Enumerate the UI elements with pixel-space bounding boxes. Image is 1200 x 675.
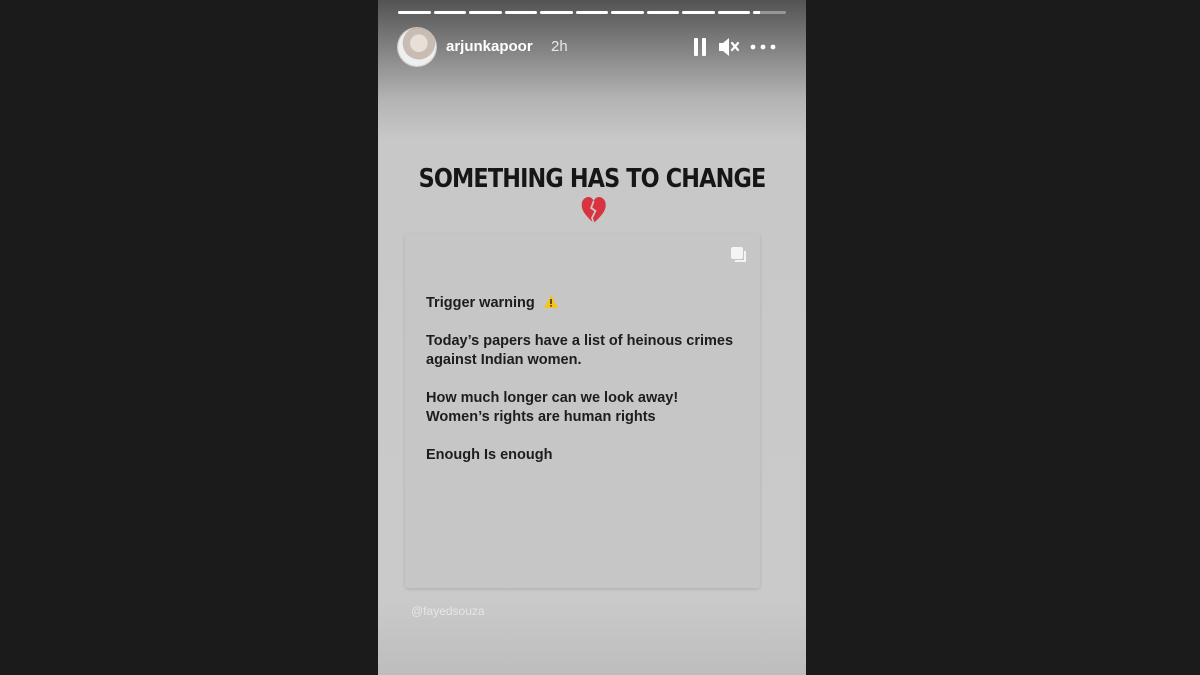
trigger-warning-line: Trigger warning <box>426 294 746 313</box>
warning-icon <box>543 295 558 308</box>
broken-heart-icon <box>581 196 606 223</box>
headline-text: SOMETHING HAS TO CHANGE <box>418 164 767 194</box>
time-ago: 2h <box>551 38 568 55</box>
username[interactable]: arjunkapoor <box>446 38 533 55</box>
progress-segment-fill <box>646 11 680 14</box>
more-icon <box>750 44 776 50</box>
enough-line: Enough Is enough <box>426 447 553 463</box>
progress-segment-fill <box>611 11 644 14</box>
progress-segment-fill <box>398 11 431 14</box>
progress-segment <box>682 11 715 14</box>
progress-segment <box>717 11 751 14</box>
progress-segment <box>753 11 787 14</box>
story-viewer[interactable]: arjunkapoor 2h SOMETHING HAS TO CHANGE T… <box>378 0 806 675</box>
progress-segment-fill <box>682 11 715 14</box>
progress-bar <box>398 11 787 14</box>
carousel-icon <box>731 247 746 262</box>
more-options-button[interactable] <box>750 40 776 54</box>
progress-segment-fill <box>540 11 573 14</box>
pause-icon <box>702 38 706 56</box>
look-away-line-1: How much longer can we look away! <box>426 390 679 406</box>
mute-button[interactable] <box>717 36 741 58</box>
progress-segment <box>611 11 644 14</box>
mute-icon <box>719 38 740 56</box>
progress-segment <box>540 11 573 14</box>
progress-segment <box>646 11 680 14</box>
post-text: Trigger warning Today’s papers have a li… <box>426 294 746 484</box>
avatar[interactable] <box>398 28 436 66</box>
progress-segment-fill <box>504 11 538 14</box>
progress-segment <box>469 11 502 14</box>
pause-button[interactable] <box>694 38 708 58</box>
papers-paragraph: Today’s papers have a list of heinous cr… <box>426 332 746 370</box>
papers-line-1: Today’s papers have a list of heinous cr… <box>426 333 734 349</box>
progress-segment <box>504 11 538 14</box>
progress-segment-fill <box>469 11 502 14</box>
trigger-warning-text: Trigger warning <box>426 295 535 311</box>
look-away-line-2: Women’s rights are human rights <box>426 409 656 425</box>
progress-segment-fill <box>575 11 609 14</box>
progress-segment-fill <box>717 11 751 14</box>
credit-mention[interactable]: @fayedsouza <box>411 604 485 618</box>
story-headline: SOMETHING HAS TO CHANGE <box>408 164 776 224</box>
papers-line-2: against Indian women. <box>426 352 582 368</box>
pause-icon <box>694 38 698 56</box>
progress-segment-fill <box>433 11 467 14</box>
look-away-paragraph: How much longer can we look away! Women’… <box>426 389 746 427</box>
progress-segment <box>433 11 467 14</box>
progress-segment-fill <box>753 11 760 14</box>
progress-segment <box>398 11 431 14</box>
progress-segment <box>575 11 609 14</box>
shared-post-card[interactable]: Trigger warning Today’s papers have a li… <box>405 234 760 588</box>
